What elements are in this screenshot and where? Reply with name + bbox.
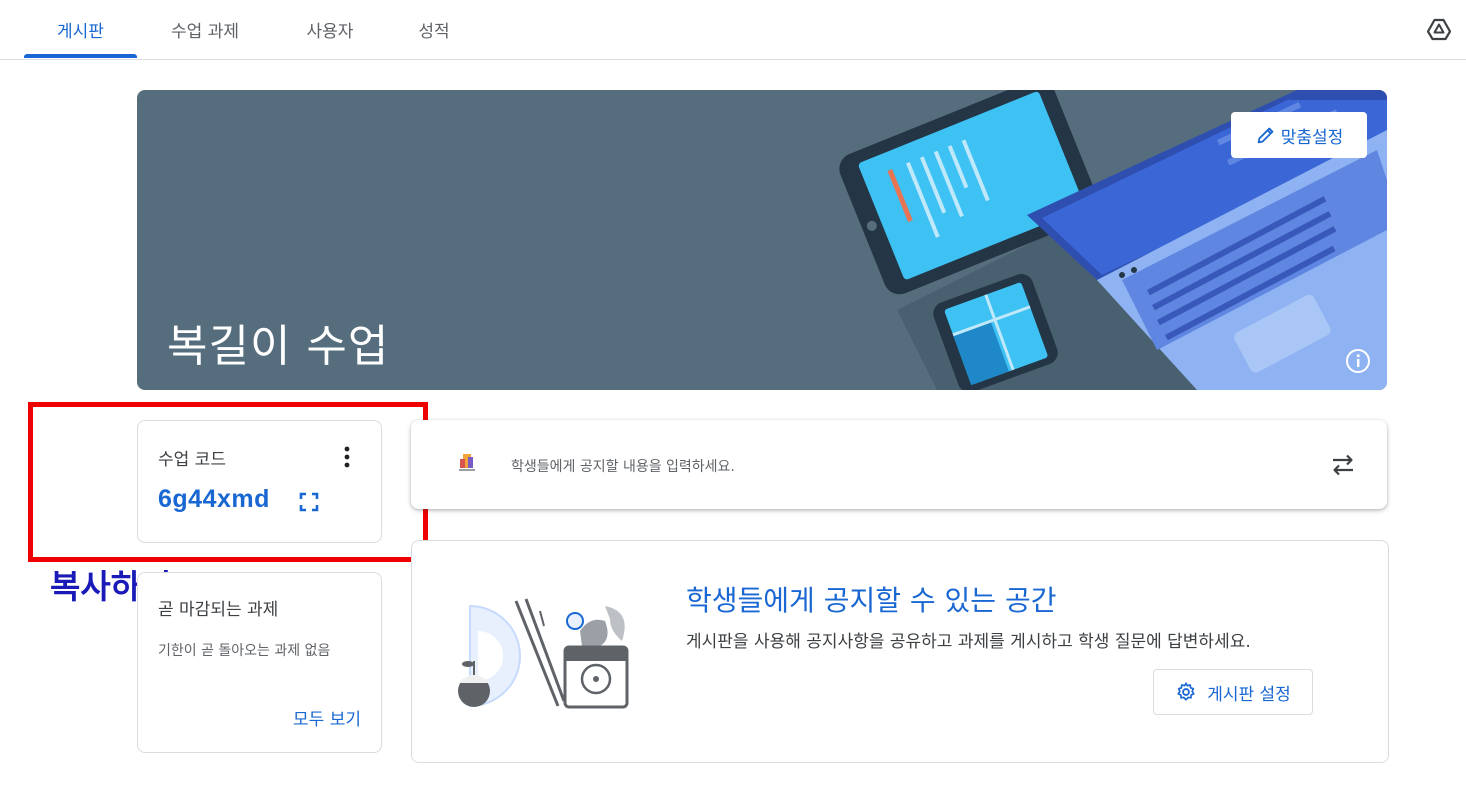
customize-button[interactable]: 맞춤설정	[1231, 112, 1367, 158]
announcement-composer[interactable]: 학생들에게 공지할 내용을 입력하세요.	[411, 420, 1387, 509]
more-options-icon[interactable]	[337, 445, 357, 469]
class-title: 복길이 수업	[167, 321, 390, 372]
tab-stream[interactable]: 게시판	[24, 0, 137, 58]
tab-classwork[interactable]: 수업 과제	[152, 0, 258, 58]
class-code-label: 수업 코드	[158, 450, 226, 470]
active-tab-indicator	[24, 54, 137, 58]
stream-illustration	[458, 598, 629, 709]
tab-people-label: 사용자	[306, 21, 354, 42]
view-all-link[interactable]: 모두 보기	[293, 705, 361, 730]
tab-grades-label: 성적	[418, 21, 450, 42]
google-drive-icon[interactable]	[1426, 16, 1452, 42]
class-banner: 복길이 수업 맞춤설정	[137, 90, 1387, 390]
tab-grades[interactable]: 성적	[400, 0, 468, 58]
top-nav-bar: 게시판 수업 과제 사용자 성적	[0, 0, 1466, 60]
pencil-icon	[1257, 127, 1274, 144]
stream-settings-button[interactable]: 게시판 설정	[1153, 669, 1313, 715]
stream-settings-label: 게시판 설정	[1207, 684, 1291, 705]
user-avatar	[459, 454, 475, 471]
class-code-value[interactable]: 6g44xmd	[158, 485, 270, 514]
customize-label: 맞춤설정	[1280, 127, 1344, 148]
announcement-placeholder: 학생들에게 공지할 내용을 입력하세요.	[511, 459, 735, 475]
stream-info-description: 게시판을 사용해 공지사항을 공유하고 과제를 게시하고 학생 질문에 답변하세…	[686, 632, 1251, 652]
class-code-card: 수업 코드 6g44xmd	[137, 420, 382, 543]
repost-icon[interactable]	[1329, 451, 1357, 479]
upcoming-title: 곧 마감되는 과제	[158, 600, 279, 620]
stream-info-card: 학생들에게 공지할 수 있는 공간 게시판을 사용해 공지사항을 공유하고 과제…	[411, 540, 1389, 763]
upcoming-work-card: 곧 마감되는 과제 기한이 곧 돌아오는 과제 없음 모두 보기	[137, 572, 382, 753]
upcoming-empty-text: 기한이 곧 돌아오는 과제 없음	[158, 643, 331, 659]
tab-stream-label: 게시판	[57, 21, 104, 42]
tab-classwork-label: 수업 과제	[171, 21, 239, 42]
tab-people[interactable]: 사용자	[285, 0, 375, 58]
gear-icon	[1177, 682, 1195, 701]
stream-info-title: 학생들에게 공지할 수 있는 공간	[686, 584, 1057, 617]
info-icon[interactable]	[1345, 348, 1371, 374]
fullscreen-icon[interactable]	[298, 491, 320, 513]
